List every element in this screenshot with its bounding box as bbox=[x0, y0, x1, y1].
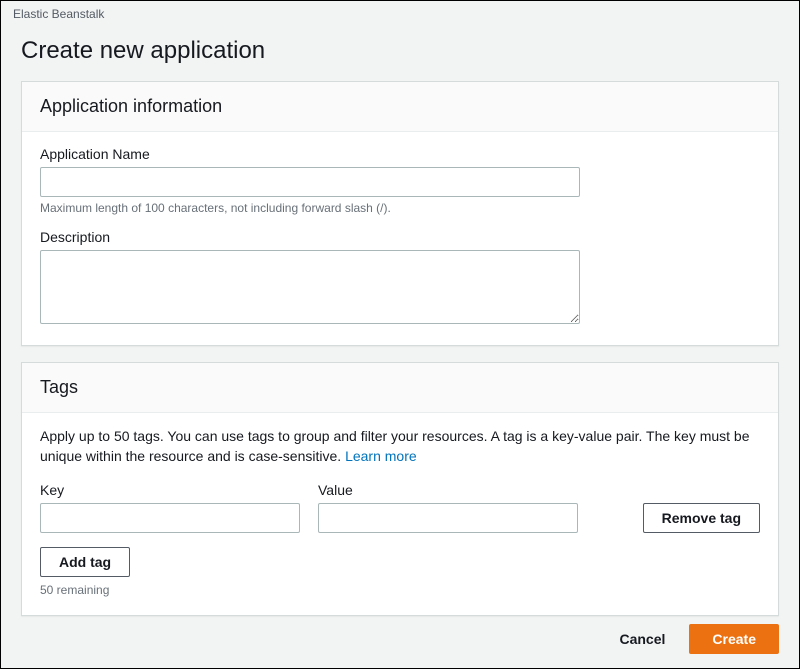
description-textarea[interactable] bbox=[40, 250, 580, 324]
application-name-hint: Maximum length of 100 characters, not in… bbox=[40, 201, 760, 215]
field-application-name: Application Name Maximum length of 100 c… bbox=[40, 146, 760, 215]
panel-app-info: Application information Application Name… bbox=[21, 81, 779, 346]
breadcrumb-root[interactable]: Elastic Beanstalk bbox=[13, 7, 104, 21]
tag-key-label: Key bbox=[40, 482, 300, 498]
create-button[interactable]: Create bbox=[689, 624, 779, 654]
panel-body-app-info: Application Name Maximum length of 100 c… bbox=[22, 132, 778, 345]
panel-tags: Tags Apply up to 50 tags. You can use ta… bbox=[21, 362, 779, 616]
tags-remaining: 50 remaining bbox=[40, 583, 760, 597]
application-name-label: Application Name bbox=[40, 146, 760, 162]
tags-description: Apply up to 50 tags. You can use tags to… bbox=[40, 427, 760, 466]
application-name-input[interactable] bbox=[40, 167, 580, 197]
tag-remove-col: Remove tag bbox=[643, 503, 760, 533]
cancel-button[interactable]: Cancel bbox=[609, 625, 675, 653]
panel-body-tags: Apply up to 50 tags. You can use tags to… bbox=[22, 413, 778, 615]
learn-more-link[interactable]: Learn more bbox=[345, 448, 417, 464]
tag-value-input[interactable] bbox=[318, 503, 578, 533]
tag-value-col: Value bbox=[318, 482, 578, 533]
breadcrumb: Elastic Beanstalk bbox=[1, 1, 799, 25]
app-frame: Elastic Beanstalk Create new application… bbox=[0, 0, 800, 669]
panel-header-tags: Tags bbox=[22, 363, 778, 413]
tag-value-label: Value bbox=[318, 482, 578, 498]
description-label: Description bbox=[40, 229, 760, 245]
field-description: Description bbox=[40, 229, 760, 327]
tag-key-col: Key bbox=[40, 482, 300, 533]
add-tag-row: Add tag 50 remaining bbox=[40, 547, 760, 597]
tag-row: Key Value Remove tag bbox=[40, 482, 760, 533]
footer-actions: Cancel Create bbox=[609, 624, 779, 654]
panel-header-app-info: Application information bbox=[22, 82, 778, 132]
page-title: Create new application bbox=[21, 37, 779, 65]
main-content: Create new application Application infor… bbox=[1, 25, 799, 616]
tag-key-input[interactable] bbox=[40, 503, 300, 533]
remove-tag-button[interactable]: Remove tag bbox=[643, 503, 760, 533]
add-tag-button[interactable]: Add tag bbox=[40, 547, 130, 577]
